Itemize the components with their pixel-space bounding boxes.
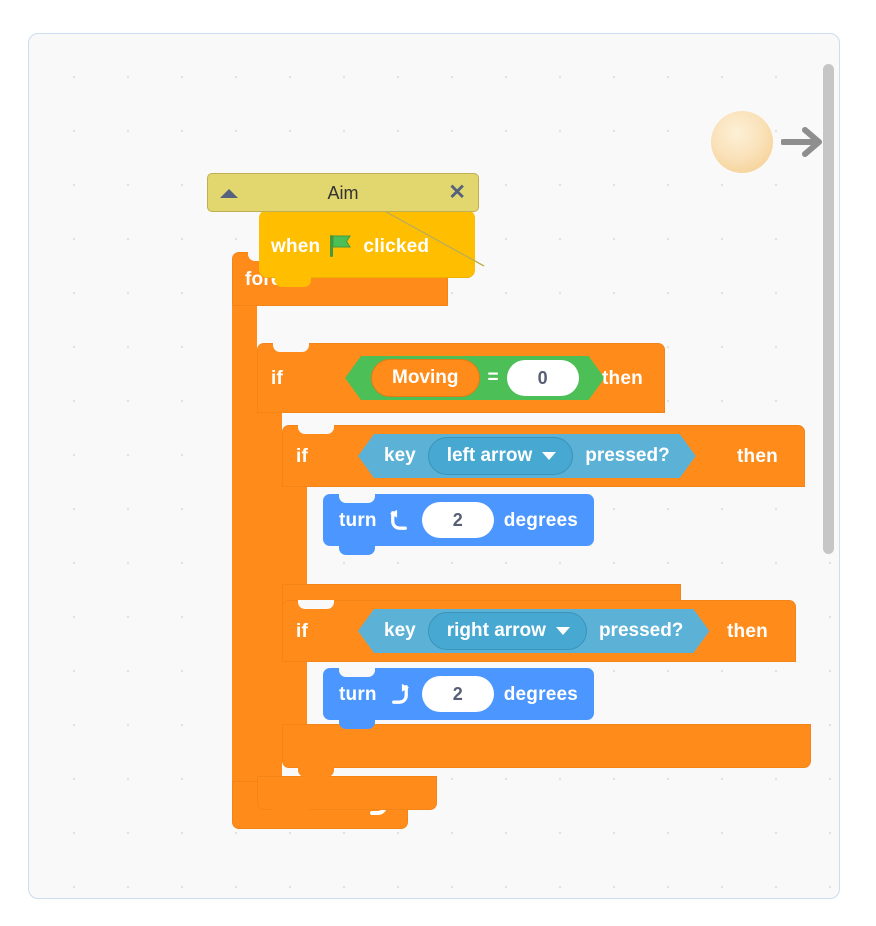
equals-right-input[interactable]: 0 (507, 360, 579, 396)
if-moving-then-label: then (602, 368, 643, 389)
if-moving-left-arm (257, 413, 282, 776)
when-flag-clicked-block[interactable]: when clicked (259, 210, 475, 287)
forever-left-arm-full (232, 306, 257, 781)
key-left-dropdown[interactable]: left arrow (428, 437, 574, 475)
block-editor-screen: forever if Moving = 0 then (0, 0, 876, 926)
if-moving-bottom-bump (273, 809, 309, 819)
key-left-pressed-label: pressed? (585, 445, 670, 466)
if-left-label: if (296, 446, 309, 467)
if-moving-block-top[interactable]: if Moving = 0 then (257, 343, 665, 413)
green-flag-icon (330, 235, 352, 257)
key-right-pressed-label: pressed? (598, 620, 684, 641)
key-left-dropdown-value: left arrow (446, 445, 533, 466)
if-moving-top-notch (273, 343, 309, 352)
if-right-top-notch (298, 600, 334, 609)
chevron-down-icon (556, 627, 570, 635)
vertical-scrollbar[interactable] (823, 64, 834, 554)
turn-ccw-degrees-input[interactable]: 2 (421, 502, 494, 538)
turn-ccw-body[interactable]: turn 2 degrees (323, 494, 595, 546)
if-right-then-label: then (727, 621, 768, 642)
ball-sprite (711, 111, 773, 173)
turn-clockwise-icon (391, 683, 409, 704)
turn-counterclockwise-block[interactable]: turn 2 degrees (323, 494, 595, 555)
key-right-pressed-block[interactable]: key right arrow pressed? (358, 609, 709, 653)
if-left-arrow-block-top[interactable]: if key left arrow pressed? then (282, 425, 805, 487)
arrow-right-icon (781, 127, 822, 157)
comment-title: Aim (327, 183, 359, 203)
key-right-key-label: key (384, 620, 416, 641)
close-icon[interactable]: ✕ (448, 182, 466, 203)
if-left-arm (282, 487, 307, 584)
if-right-label: if (296, 621, 309, 642)
key-left-pressed-hex[interactable]: key left arrow pressed? (358, 434, 696, 478)
turn-cw-degrees-label: degrees (503, 683, 579, 705)
equals-hex[interactable]: Moving = 0 (345, 356, 605, 400)
turn-cw-bump (339, 719, 375, 729)
if-right-block-bottom[interactable] (282, 724, 811, 777)
turn-ccw-bump (339, 545, 375, 555)
key-right-pressed-hex[interactable]: key right arrow pressed? (358, 609, 709, 653)
turn-ccw-label: turn (339, 509, 377, 531)
equals-sign: = (487, 367, 499, 388)
sprite-preview (681, 86, 831, 176)
if-left-top-notch (298, 425, 334, 434)
key-right-dropdown-value: right arrow (446, 620, 546, 641)
if-right-bottom-bump (298, 767, 334, 777)
clicked-label: clicked (363, 235, 430, 257)
equals-operator-block[interactable]: Moving = 0 (345, 356, 605, 400)
if-right-arrow-block-top[interactable]: if key right arrow pressed? then (282, 600, 796, 662)
key-right-dropdown[interactable]: right arrow (428, 612, 587, 650)
if-left-then-label: then (737, 446, 778, 467)
key-left-pressed-block[interactable]: key left arrow pressed? (358, 434, 696, 478)
turn-counterclockwise-icon (389, 509, 407, 530)
turn-cw-degrees-input[interactable]: 2 (421, 676, 494, 712)
turn-cw-label: turn (339, 683, 377, 705)
if-moving-block-bottom[interactable] (257, 776, 437, 819)
script-comment[interactable]: Aim ✕ (207, 173, 479, 212)
workspace-canvas[interactable]: forever if Moving = 0 then (28, 33, 840, 899)
chevron-down-icon (542, 452, 556, 460)
key-left-key-label: key (384, 445, 416, 466)
turn-ccw-notch (339, 494, 375, 503)
turn-clockwise-block[interactable]: turn 2 degrees (323, 668, 595, 729)
when-label: when (271, 235, 321, 257)
if-moving-label: if (271, 368, 284, 389)
turn-cw-body[interactable]: turn 2 degrees (323, 668, 595, 720)
moving-variable[interactable]: Moving (371, 359, 480, 397)
turn-cw-notch (339, 668, 375, 677)
hat-bottom-bump (275, 277, 311, 287)
turn-ccw-degrees-label: degrees (503, 509, 579, 531)
